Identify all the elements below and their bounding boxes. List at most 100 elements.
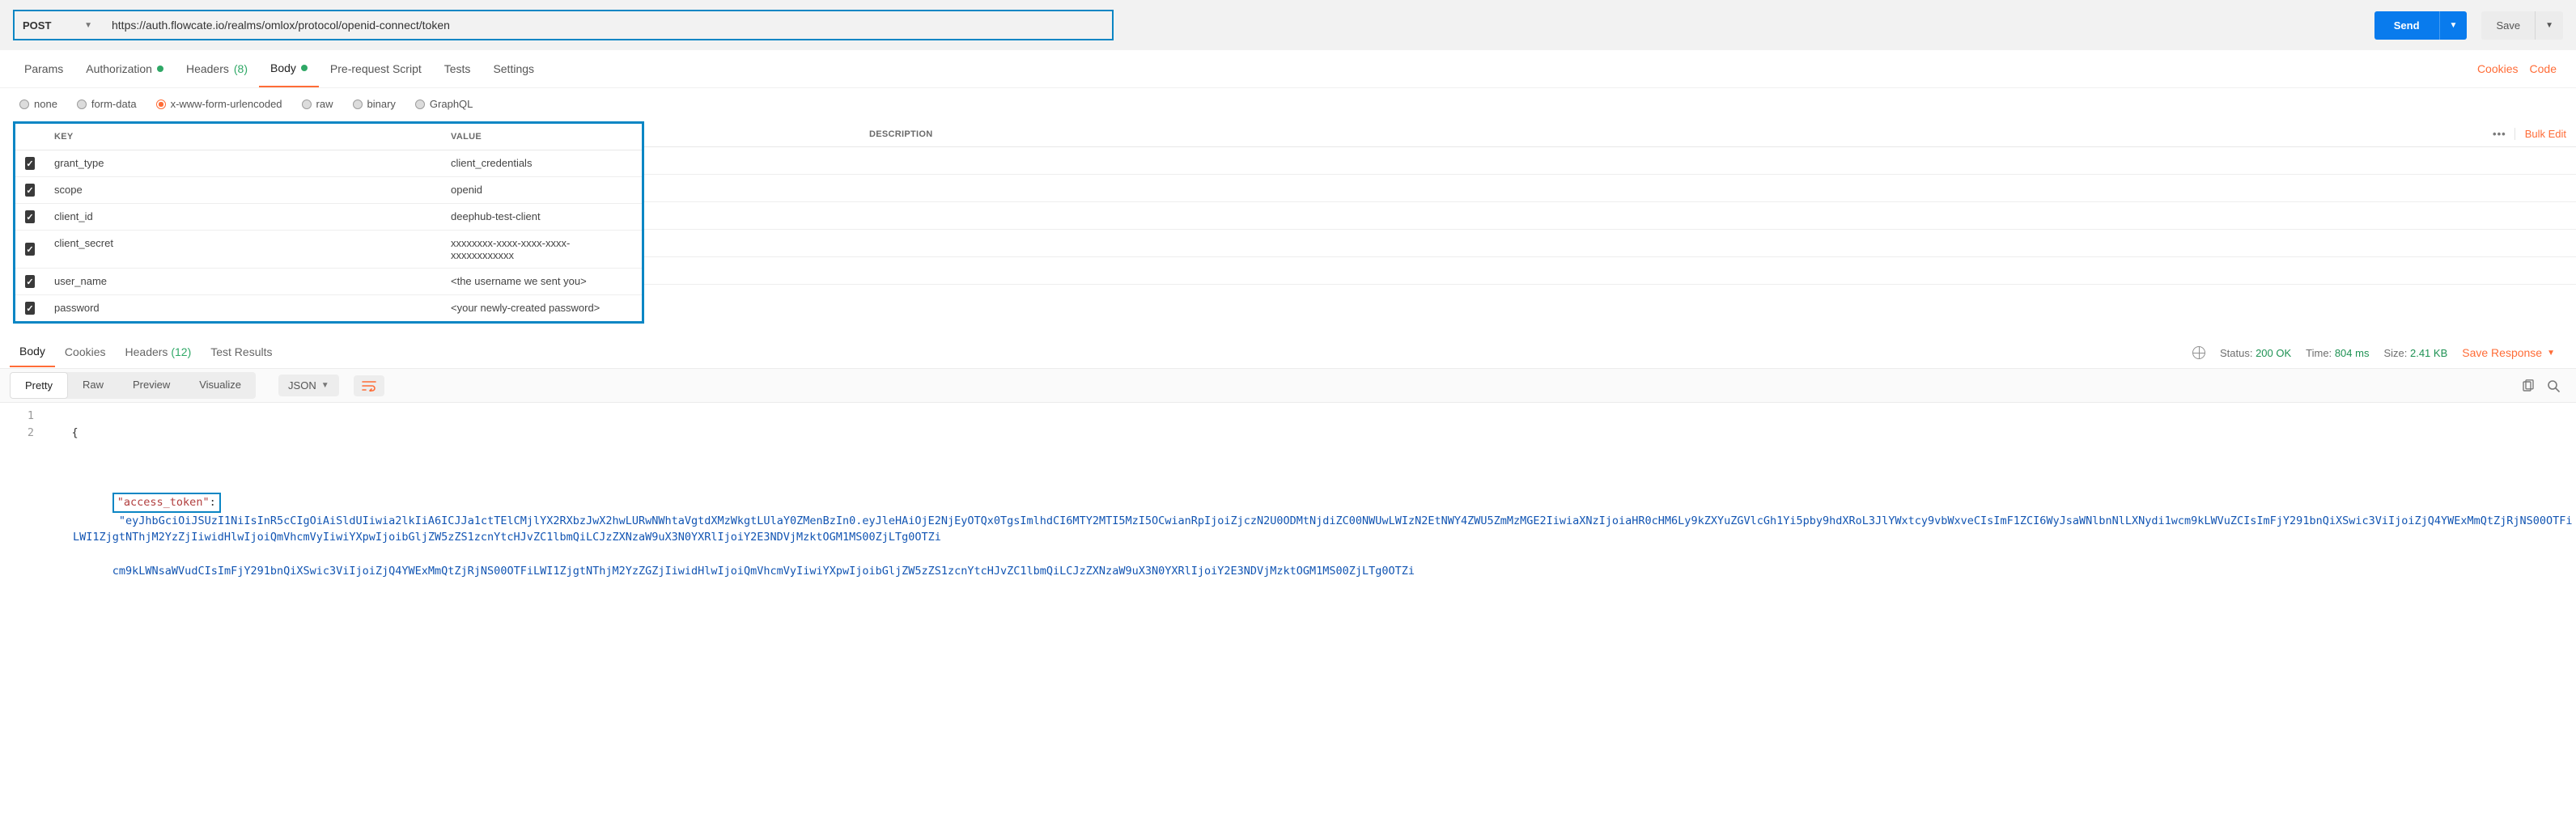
tab-authorization-label: Authorization	[86, 62, 152, 75]
kv-value[interactable]: <your newly-created password>	[441, 295, 642, 321]
radio-icon	[156, 99, 166, 109]
resp-tab-body[interactable]: Body	[10, 338, 55, 367]
search-icon[interactable]	[2547, 379, 2560, 392]
send-button[interactable]: Send ▼	[2374, 11, 2468, 40]
size-label: Size:	[2383, 347, 2407, 359]
kv-desc-cell[interactable]	[644, 257, 2576, 285]
time-value: 804 ms	[2335, 347, 2370, 359]
method-label: POST	[23, 19, 51, 32]
request-bar: POST ▼ Send ▼ Save ▼	[0, 0, 2576, 50]
checkbox-icon[interactable]: ✓	[25, 302, 35, 315]
kv-row[interactable]: ✓ client_id deephub-test-client	[15, 204, 642, 231]
kv-row[interactable]: ✓ client_secret xxxxxxxx-xxxx-xxxx-xxxx-…	[15, 231, 642, 269]
kv-value[interactable]: openid	[441, 177, 642, 203]
kv-key[interactable]: password	[45, 295, 441, 321]
checkbox-icon[interactable]: ✓	[25, 243, 35, 256]
save-response-button[interactable]: Save Response ▼	[2462, 346, 2555, 359]
view-pretty[interactable]: Pretty	[10, 372, 68, 399]
save-button[interactable]: Save ▼	[2481, 11, 2563, 40]
line-number: 2	[0, 425, 34, 442]
response-tabs: Body Cookies Headers (12) Test Results S…	[0, 330, 2576, 368]
resp-tab-headers[interactable]: Headers (12)	[116, 339, 202, 366]
request-tabs: Params Authorization Headers (8) Body Pr…	[0, 50, 2576, 88]
resp-tab-cookies[interactable]: Cookies	[55, 339, 116, 366]
tab-body[interactable]: Body	[259, 50, 319, 87]
code-link[interactable]: Code	[2530, 62, 2557, 75]
radio-raw-label: raw	[316, 98, 333, 110]
view-visualize[interactable]: Visualize	[185, 372, 256, 399]
response-body[interactable]: 1 2 { "access_token": "eyJhbGciOiJSUzI1N…	[0, 403, 2576, 642]
body-kv-area: KEY VALUE ✓ grant_type client_credential…	[0, 121, 2576, 330]
send-dropdown[interactable]: ▼	[2440, 13, 2468, 38]
tab-settings[interactable]: Settings	[482, 51, 545, 87]
radio-graphql-label: GraphQL	[430, 98, 473, 110]
radio-urlencoded[interactable]: x-www-form-urlencoded	[156, 98, 282, 110]
view-raw[interactable]: Raw	[68, 372, 118, 399]
kv-key[interactable]: scope	[45, 177, 441, 203]
kv-desc-cell[interactable]	[644, 230, 2576, 257]
kv-header-key: KEY	[45, 124, 441, 150]
status-value: 200 OK	[2256, 347, 2291, 359]
copy-icon[interactable]	[2521, 379, 2534, 392]
more-icon[interactable]: •••	[2485, 128, 2514, 140]
kv-value[interactable]: xxxxxxxx-xxxx-xxxx-xxxx-xxxxxxxxxxxx	[441, 231, 642, 268]
radio-raw[interactable]: raw	[302, 98, 333, 110]
tab-pre-request[interactable]: Pre-request Script	[319, 51, 433, 87]
kv-value[interactable]: deephub-test-client	[441, 204, 642, 230]
kv-value[interactable]: client_credentials	[441, 150, 642, 176]
radio-binary[interactable]: binary	[353, 98, 396, 110]
bulk-edit-link[interactable]: Bulk Edit	[2514, 128, 2566, 140]
radio-none[interactable]: none	[19, 98, 57, 110]
response-toolbar: Pretty Raw Preview Visualize JSON ▼	[0, 368, 2576, 403]
code-content: { "access_token": "eyJhbGciOiJSUzI1NiIsI…	[45, 408, 2576, 631]
kv-key[interactable]: user_name	[45, 269, 441, 294]
kv-value[interactable]: <the username we sent you>	[441, 269, 642, 294]
checkbox-icon[interactable]: ✓	[25, 275, 35, 288]
kv-table-right: DESCRIPTION ••• Bulk Edit	[644, 121, 2576, 330]
tab-tests[interactable]: Tests	[433, 51, 482, 87]
kv-key[interactable]: client_secret	[45, 231, 441, 268]
kv-row[interactable]: ✓ grant_type client_credentials	[15, 150, 642, 177]
resp-headers-count: (12)	[171, 345, 191, 358]
headers-count: (8)	[234, 62, 248, 75]
kv-row[interactable]: ✓ user_name <the username we sent you>	[15, 269, 642, 295]
checkbox-icon[interactable]: ✓	[25, 210, 35, 223]
tab-headers[interactable]: Headers (8)	[175, 51, 259, 87]
time-label: Time:	[2306, 347, 2332, 359]
radio-form-data[interactable]: form-data	[77, 98, 137, 110]
kv-desc-cell[interactable]	[644, 147, 2576, 175]
highlighted-key: "access_token":	[112, 493, 221, 513]
json-key: "access_token"	[117, 496, 210, 509]
kv-row[interactable]: ✓ password <your newly-created password>	[15, 295, 642, 321]
kv-desc-cell[interactable]	[644, 175, 2576, 202]
kv-header: KEY VALUE	[15, 124, 642, 150]
radio-none-label: none	[34, 98, 57, 110]
code-brace: {	[72, 426, 79, 439]
method-select[interactable]: POST ▼	[13, 10, 100, 40]
save-button-label: Save	[2481, 11, 2536, 40]
wrap-lines-icon[interactable]	[354, 375, 384, 396]
kv-desc-cell[interactable]	[644, 202, 2576, 230]
kv-row[interactable]: ✓ scope openid	[15, 177, 642, 204]
checkbox-icon[interactable]: ✓	[25, 184, 35, 197]
checkbox-icon[interactable]: ✓	[25, 157, 35, 170]
tab-authorization[interactable]: Authorization	[74, 51, 175, 87]
kv-table: KEY VALUE ✓ grant_type client_credential…	[13, 121, 644, 324]
radio-graphql[interactable]: GraphQL	[415, 98, 473, 110]
globe-icon[interactable]	[2192, 346, 2205, 359]
line-gutter: 1 2	[0, 408, 45, 631]
cookies-link[interactable]: Cookies	[2477, 62, 2519, 75]
size-value: 2.41 KB	[2410, 347, 2447, 359]
save-response-label: Save Response	[2462, 346, 2542, 359]
url-input[interactable]	[100, 10, 1114, 40]
format-dropdown[interactable]: JSON ▼	[278, 375, 339, 396]
view-preview[interactable]: Preview	[118, 372, 185, 399]
kv-key[interactable]: grant_type	[45, 150, 441, 176]
radio-icon	[302, 99, 312, 109]
kv-desc-cell[interactable]	[644, 285, 2576, 312]
send-button-label: Send	[2374, 11, 2440, 40]
resp-tab-tests[interactable]: Test Results	[201, 339, 282, 366]
kv-key[interactable]: client_id	[45, 204, 441, 230]
save-dropdown[interactable]: ▼	[2536, 13, 2563, 38]
tab-params[interactable]: Params	[13, 51, 74, 87]
